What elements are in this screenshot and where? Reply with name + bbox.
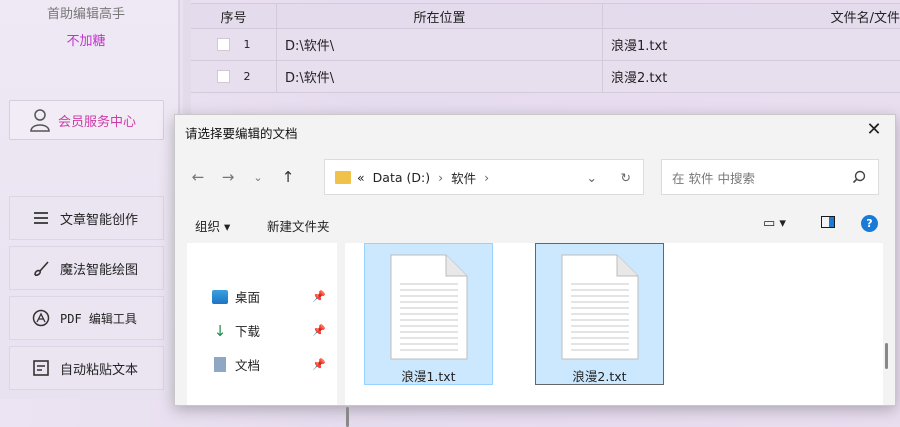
row-index-cell: 2 [191, 61, 277, 92]
view-icon[interactable]: ▭ ▾ [763, 216, 786, 231]
nav-item-downloads[interactable]: ↓ 下载 📌 [212, 321, 326, 340]
user-icon [30, 109, 50, 132]
row-filename: 浪漫1.txt [611, 39, 668, 54]
pin-icon[interactable]: 📌 [312, 290, 326, 303]
address-drive[interactable]: Data (D:) [373, 170, 430, 185]
row-checkbox[interactable] [216, 38, 230, 51]
table-row[interactable]: 1 D:\软件\ 浪漫1.txt [191, 29, 900, 61]
nav-item-label: 文档 [235, 358, 261, 373]
refresh-icon[interactable]: ↻ [621, 170, 631, 185]
row-index-cell: 1 [191, 29, 277, 60]
text-file-icon [561, 254, 639, 360]
brush-icon [34, 261, 49, 276]
close-icon[interactable]: ✕ [863, 119, 885, 141]
dialog-title: 请选择要编辑的文档 [185, 126, 298, 141]
chevron-down-icon[interactable]: ⌄ [243, 171, 273, 184]
address-prefix[interactable]: « [357, 170, 365, 185]
new-folder-button[interactable]: 新建文件夹 [267, 216, 330, 235]
open-file-dialog: 请选择要编辑的文档 ✕ ← → ⌄ ↑ « Data (D:) › 软件 › ⌄… [174, 114, 896, 427]
file-view-scrollbar[interactable] [885, 343, 888, 369]
chevron-right-icon: › [438, 169, 444, 185]
download-icon: ↓ [213, 321, 227, 340]
navigation-pane: 桌面 📌 ↓ 下载 📌 文档 📌 [187, 243, 349, 427]
search-box[interactable]: 在 软件 中搜索 [661, 159, 879, 195]
row-checkbox[interactable] [216, 70, 230, 83]
back-arrow-icon[interactable]: ← [183, 168, 213, 186]
file-name: 浪漫1.txt [401, 369, 456, 384]
folder-icon [335, 170, 351, 184]
pdf-icon [32, 309, 50, 327]
row-filename: 浪漫2.txt [611, 71, 668, 86]
chevron-right-icon[interactable]: › [484, 170, 489, 185]
search-placeholder: 在 软件 中搜索 [672, 170, 755, 186]
row-index: 1 [243, 38, 251, 51]
nav-item-documents[interactable]: 文档 📌 [212, 355, 326, 374]
address-bar[interactable]: « Data (D:) › 软件 › ⌄ ↻ [324, 159, 644, 195]
forward-arrow-icon[interactable]: → [213, 168, 243, 186]
list-icon [34, 212, 48, 224]
nav-item-label: 下载 [235, 324, 261, 339]
member-center-button[interactable]: 会员服务中心 [9, 100, 164, 140]
column-header-filename[interactable]: 文件名/文件 [603, 4, 900, 28]
text-file-icon [390, 254, 468, 360]
nav-scrollbar[interactable] [346, 407, 349, 427]
column-header-location[interactable]: 所在位置 [277, 4, 603, 28]
pin-icon[interactable]: 📌 [312, 324, 326, 337]
chevron-down-icon[interactable]: ⌄ [587, 170, 597, 185]
pin-icon[interactable]: 📌 [312, 358, 326, 371]
column-header-index[interactable]: 序号 [191, 4, 277, 28]
sidebar-item-label: 自动粘贴文本 [60, 362, 139, 378]
dialog-toolbar: 组织 ▾ 新建文件夹 ▭ ▾ ? [175, 207, 895, 243]
app-subtitle: 不加糖 [66, 34, 106, 49]
help-icon[interactable]: ? [861, 215, 878, 232]
desktop-icon [212, 289, 228, 304]
nav-item-desktop[interactable]: 桌面 📌 [212, 287, 326, 306]
sidebar-item-label: 魔法智能绘图 [60, 262, 139, 278]
row-location: D:\软件\ [277, 61, 603, 92]
app-title: 首助编辑高手 [46, 7, 125, 22]
sidebar-item-label: 文章智能创作 [60, 212, 139, 228]
sidebar-item-paste[interactable]: 自动粘贴文本 [9, 346, 164, 390]
member-center-label: 会员服务中心 [58, 114, 137, 130]
table-header: 序号 所在位置 文件名/文件 [191, 3, 900, 29]
preview-pane-icon[interactable] [821, 216, 835, 228]
row-location: D:\软件\ [277, 29, 603, 60]
address-folder[interactable]: 软件 [451, 168, 476, 187]
file-item[interactable]: 浪漫2.txt [535, 243, 664, 385]
row-index: 2 [243, 70, 251, 83]
nav-item-label: 桌面 [235, 290, 261, 305]
documents-icon [214, 357, 226, 372]
paste-icon [33, 360, 49, 376]
sidebar-item-drawing[interactable]: 魔法智能绘图 [9, 246, 164, 290]
table-row[interactable]: 2 D:\软件\ 浪漫2.txt [191, 61, 900, 93]
sidebar-item-label: PDF 编辑工具 [60, 311, 137, 326]
file-table: 序号 所在位置 文件名/文件 1 D:\软件\ 浪漫1.txt 2 D:\软件\… [191, 3, 900, 93]
sidebar-item-pdf[interactable]: PDF 编辑工具 [9, 296, 164, 340]
sidebar-item-article[interactable]: 文章智能创作 [9, 196, 164, 240]
up-arrow-icon[interactable]: ↑ [273, 168, 303, 186]
file-item[interactable]: 浪漫1.txt [364, 243, 493, 385]
file-view: 浪漫1.txt 浪漫2.txt [345, 243, 883, 405]
organize-button[interactable]: 组织 ▾ [195, 216, 230, 235]
search-icon [852, 170, 866, 184]
nav-buttons: ← → ⌄ ↑ [183, 159, 303, 195]
file-name: 浪漫2.txt [572, 369, 627, 384]
